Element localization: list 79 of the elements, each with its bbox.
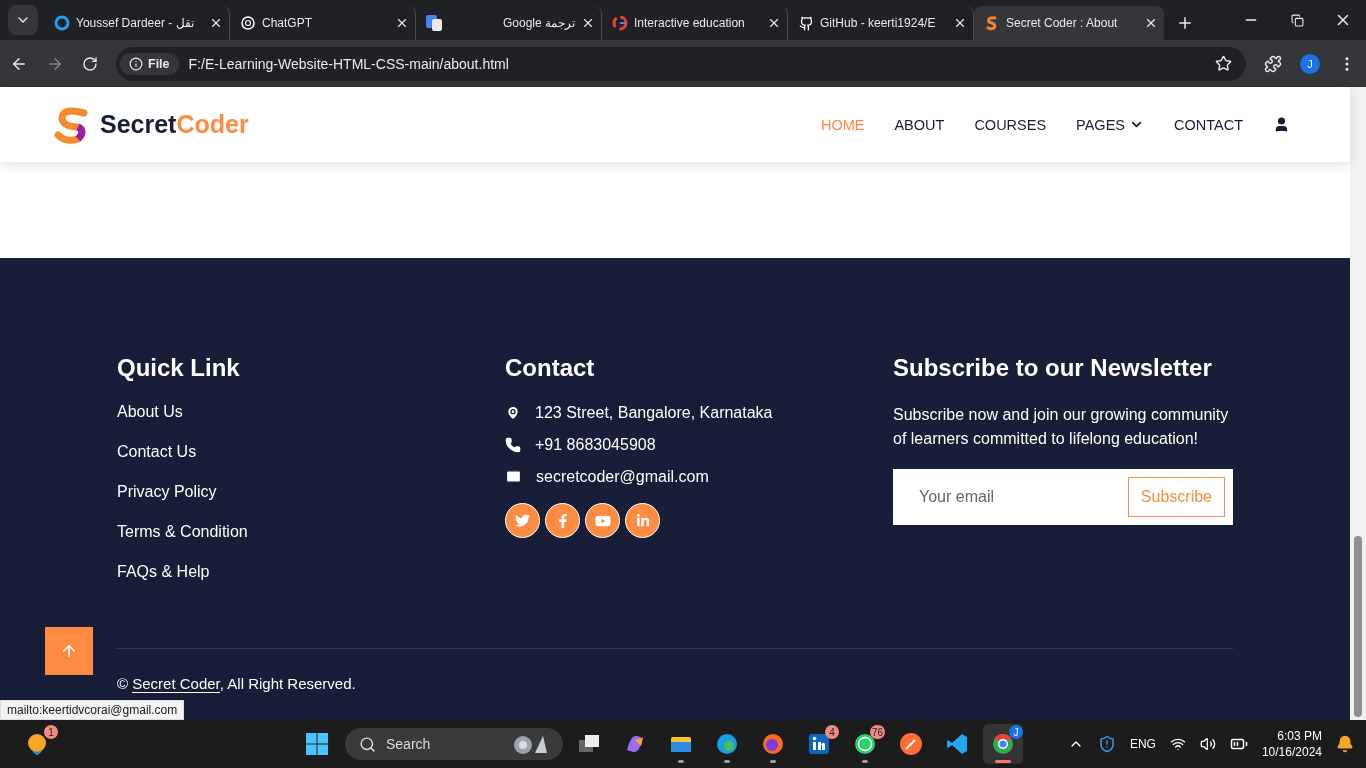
tab-title: Secret Coder : About (1006, 16, 1119, 30)
search-icon (359, 735, 376, 753)
nav-link[interactable]: COURSES (974, 116, 1047, 133)
close-icon[interactable] (953, 16, 967, 30)
scroll-thumb[interactable] (1354, 536, 1362, 717)
nav-link[interactable]: ABOUT (894, 116, 945, 133)
taskbar-app[interactable]: 76 (845, 724, 885, 764)
linkedin-icon (635, 513, 650, 528)
new-tab-icon[interactable] (1176, 14, 1194, 32)
linkedin-icon (807, 732, 831, 756)
copyright-symbol: © (117, 675, 130, 692)
close-icon[interactable] (395, 16, 409, 30)
taskbar-search[interactable]: Search (345, 728, 563, 760)
windows-start-icon[interactable] (305, 732, 329, 756)
notification-badge: 1 (44, 725, 58, 739)
wifi-icon[interactable] (1169, 736, 1186, 752)
bookmark-star-icon[interactable] (1215, 55, 1232, 72)
tab-title: Interactive education (634, 16, 746, 30)
octocat-icon (798, 15, 814, 31)
footer-link[interactable]: Terms & Condition (117, 523, 505, 541)
footer-link[interactable]: Privacy Policy (117, 483, 505, 501)
site-info-chip[interactable]: File (120, 52, 179, 75)
social-button[interactable] (625, 503, 660, 538)
copyright-text: , All Right Reserved. (219, 675, 356, 692)
app-badge: 76 (869, 725, 885, 739)
chrome-icon (991, 732, 1015, 756)
tab-title: Youssef Dardeer - تقل (76, 16, 195, 30)
nav-link[interactable]: CONTACT (1174, 116, 1243, 133)
close-icon[interactable] (209, 16, 223, 30)
tab-title: GitHub - keerti1924/E (820, 16, 937, 30)
contact-text: +91 8683045908 (535, 435, 656, 454)
app-badge: 4 (825, 725, 839, 739)
tab-title: ChatGPT (262, 16, 313, 30)
social-button[interactable] (505, 503, 540, 538)
url-text: F:/E-Learning-Website-HTML-CSS-main/about.html (188, 55, 510, 72)
logo-text: SecretCoder (100, 110, 249, 139)
phone-icon (505, 436, 521, 453)
taskbar-app[interactable]: 4 (799, 724, 839, 764)
footer-link[interactable]: About Us (117, 403, 505, 421)
close-icon[interactable] (767, 16, 781, 30)
copyright-link[interactable]: Secret Coder (132, 675, 220, 693)
column-heading: Quick Link (117, 353, 241, 383)
contact-text: 123 Street, Bangalore, Karnataka (535, 403, 773, 422)
newsletter-text: Subscribe now and join our growing community of learners committed to lifelong education! (893, 405, 1230, 449)
footer-link[interactable]: FAQs & Help (117, 563, 505, 581)
status-url: mailto:keertidvcorai@gmail.com (0, 700, 185, 720)
contact-text: secretcoder@gmail.com (536, 467, 709, 486)
taskbar-app[interactable]: J (983, 724, 1023, 764)
nav-link[interactable]: PAGES (1076, 116, 1144, 133)
extensions-icon[interactable] (1264, 54, 1282, 73)
footer-link[interactable]: Contact Us (117, 443, 505, 461)
ring-icon (54, 15, 70, 31)
info-icon (129, 56, 143, 71)
map-pin-icon (505, 404, 521, 421)
language-indicator[interactable]: ENG (1129, 737, 1156, 751)
profile-avatar[interactable]: J (1300, 53, 1320, 74)
mail-icon (505, 468, 522, 485)
address-bar[interactable]: File F:/E-Learning-Website-HTML-CSS-main/about.html (116, 46, 1246, 81)
app-badge: J (1009, 725, 1023, 739)
restore-icon[interactable] (1290, 13, 1304, 27)
shield-icon[interactable] (1097, 735, 1116, 753)
translate-icon (426, 15, 442, 31)
clock[interactable]: 6:03 PM 10/16/2024 (1261, 728, 1322, 760)
close-icon[interactable] (1144, 16, 1158, 30)
tab-title: ترجمة Google (501, 16, 575, 30)
twitter-icon (515, 513, 530, 528)
vscode-icon (945, 732, 969, 756)
user-icon[interactable] (1273, 116, 1290, 133)
social-button[interactable] (545, 503, 580, 538)
volume-icon[interactable] (1199, 736, 1216, 752)
bell-icon[interactable] (1336, 735, 1354, 753)
weather-widget[interactable]: 1 (18, 724, 58, 764)
close-icon[interactable] (581, 16, 595, 30)
reload-icon[interactable] (82, 55, 98, 72)
browser-tab[interactable]: Secret Coder : About (974, 6, 1164, 40)
social-button[interactable] (585, 503, 620, 538)
tab-search-button[interactable] (8, 5, 38, 35)
column-heading: Subscribe to our Newsletter (893, 353, 1213, 383)
column-heading: Contact (505, 353, 596, 383)
